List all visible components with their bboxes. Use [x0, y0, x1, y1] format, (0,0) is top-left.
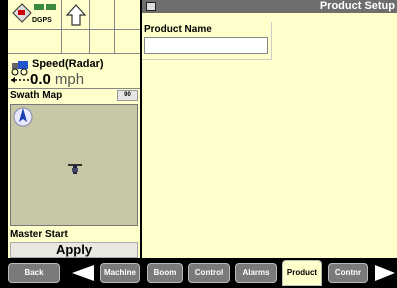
title-bar: Product Setup	[142, 0, 397, 13]
speed-label: Speed(Radar)	[32, 58, 104, 70]
back-button[interactable]: Back	[8, 263, 60, 283]
product-name-input[interactable]	[144, 37, 268, 54]
status-slot-3	[8, 30, 62, 54]
status-slot-4	[62, 30, 90, 54]
next-arrow-icon[interactable]	[375, 265, 395, 281]
speed-readout: Speed(Radar) 0.0 mph	[8, 55, 140, 89]
tab-controller[interactable]: Contnr	[328, 263, 368, 283]
gps-satellite-icon	[11, 3, 56, 23]
apply-button[interactable]: Apply	[10, 242, 138, 258]
status-slot-1	[90, 0, 115, 30]
swath-zoom-button[interactable]: 90	[117, 90, 138, 101]
tab-bar: Back Machine Boom Control Alarms Product…	[0, 258, 397, 288]
tab-boom[interactable]: Boom	[147, 263, 183, 283]
swath-map-title: Swath Map	[10, 90, 63, 101]
speed-unit: mph	[54, 71, 85, 88]
compass-icon[interactable]	[12, 106, 34, 128]
speed-value: 0.0	[30, 71, 51, 88]
swath-map[interactable]	[10, 104, 138, 226]
product-name-label: Product Name	[144, 24, 212, 35]
vehicle-icon	[68, 164, 82, 174]
status-slot-6	[115, 30, 140, 54]
radar-speed-icon	[11, 61, 29, 83]
screen-icon	[146, 2, 156, 11]
tab-alarms[interactable]: Alarms	[235, 263, 277, 283]
product-setup-panel: Product Setup Product Name	[142, 0, 397, 258]
status-slot-2	[115, 0, 140, 30]
master-start-label: Master Start	[10, 229, 68, 240]
status-icon-row: DGPS	[8, 0, 140, 30]
up-arrow-icon	[65, 4, 86, 26]
tab-machine[interactable]: Machine	[100, 263, 140, 283]
status-slot-5	[90, 30, 115, 54]
product-name-group: Product Name	[142, 22, 272, 60]
gps-status[interactable]: DGPS	[8, 0, 62, 30]
previous-arrow-icon[interactable]	[72, 265, 94, 281]
tab-control[interactable]: Control	[188, 263, 230, 283]
home-button[interactable]	[62, 0, 90, 30]
swath-map-header: Swath Map 90	[8, 89, 140, 103]
tab-product[interactable]: Product	[282, 260, 322, 286]
gps-label: DGPS	[32, 17, 52, 24]
status-row-2	[8, 30, 140, 54]
status-panel: DGPS Speed(Radar) 0.0 mph Swath Map 90 M…	[8, 0, 140, 258]
speed-value-row: 0.0 mph	[30, 71, 84, 88]
page-title: Product Setup	[319, 0, 395, 12]
